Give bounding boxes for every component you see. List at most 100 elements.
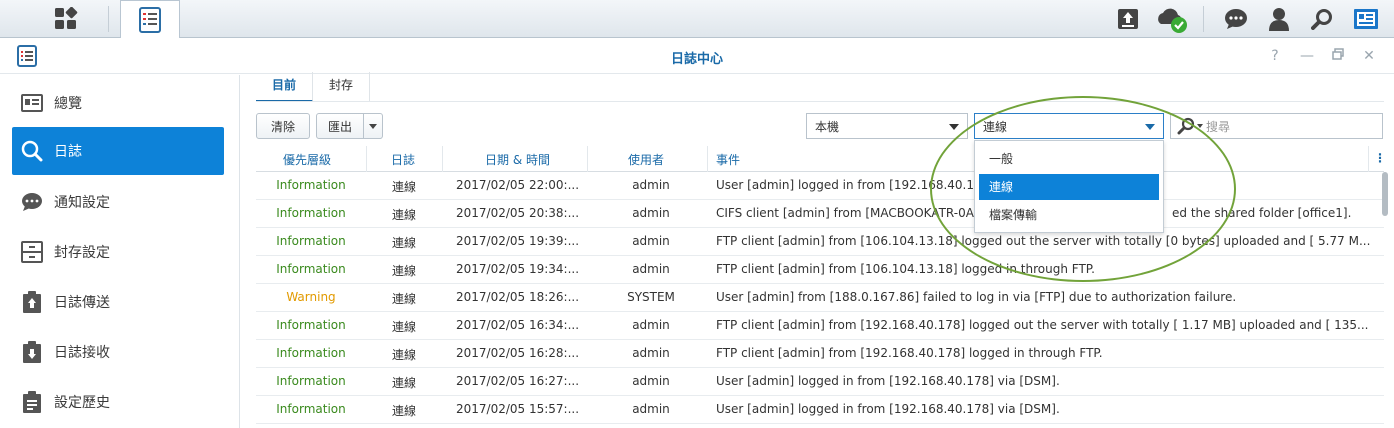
datetime-cell: 2017/02/05 16:27:...	[456, 374, 580, 388]
sidebar-item-label: 設定歷史	[54, 395, 110, 411]
log-cell: 連線	[391, 292, 416, 306]
user-cell: admin	[632, 262, 670, 276]
table-row[interactable]: Information 連線 2017/02/05 16:28:... admi…	[256, 340, 1384, 368]
user-cell: admin	[632, 318, 670, 332]
sidebar-item-notification-settings[interactable]: 通知設定	[12, 178, 224, 226]
upload-notification-button[interactable]	[1108, 0, 1148, 38]
log-center-taskbar-button[interactable]	[120, 0, 180, 38]
priority-cell: Information	[276, 178, 346, 192]
user-cell: admin	[632, 178, 670, 192]
sidebar-item-archive-settings[interactable]: 封存設定	[12, 228, 224, 276]
archive-box-icon	[20, 240, 44, 264]
log-cell: 連線	[391, 376, 416, 390]
dropdown-option-general[interactable]: 一般	[979, 146, 1159, 172]
sidebar-item-log-receiving[interactable]: 日誌接收	[12, 328, 224, 376]
tab-archive[interactable]: 封存	[313, 72, 371, 102]
column-divider	[587, 146, 588, 172]
table-row[interactable]: Information 連線 2017/02/05 19:39:... admi…	[256, 228, 1384, 256]
log-cell: 連線	[391, 348, 416, 362]
user-cell: admin	[632, 374, 670, 388]
column-header-user[interactable]: 使用者	[628, 151, 664, 168]
column-header-log[interactable]: 日誌	[391, 151, 415, 168]
table-scrollbar[interactable]	[1382, 172, 1388, 216]
priority-cell: Information	[276, 374, 346, 388]
source-select-value: 本機	[815, 119, 840, 134]
main-menu-button[interactable]	[34, 0, 98, 38]
log-type-dropdown: 一般 連線 檔案傳輸	[974, 140, 1164, 233]
sidebar-item-overview[interactable]: 總覽	[12, 79, 224, 127]
dashboard-card-icon	[1354, 9, 1378, 29]
column-divider	[442, 146, 443, 172]
column-menu-icon[interactable]: ⋮	[1374, 151, 1386, 165]
datetime-cell: 2017/02/05 20:38:...	[456, 206, 580, 220]
chat-bubble-icon	[20, 190, 44, 214]
window-title: 日誌中心	[670, 52, 723, 67]
sidebar-item-label: 日誌接收	[54, 345, 110, 361]
cloud-status-button[interactable]	[1152, 0, 1192, 38]
search-icon	[1311, 9, 1332, 30]
event-cell: User [admin] logged in from [192.168.40.…	[716, 402, 1060, 416]
column-header-datetime[interactable]: 日期 & 時間	[485, 151, 550, 168]
sidebar-item-log-sending[interactable]: 日誌傳送	[12, 278, 224, 326]
priority-cell: Information	[276, 318, 346, 332]
main-menu-icon	[55, 7, 78, 29]
log-type-select-value: 連線	[983, 119, 1008, 134]
table-row[interactable]: Warning 連線 2017/02/05 18:26:... SYSTEM U…	[256, 284, 1384, 312]
datetime-cell: 2017/02/05 22:00:...	[456, 178, 580, 192]
overview-card-icon	[20, 91, 44, 115]
export-menu-button[interactable]	[363, 113, 383, 139]
maximize-button[interactable]	[1329, 47, 1347, 65]
export-button[interactable]: 匯出	[316, 113, 364, 139]
column-divider	[366, 146, 367, 172]
search-button[interactable]	[1302, 0, 1342, 38]
download-clipboard-icon	[20, 340, 44, 364]
table-row[interactable]: Information 連線 2017/02/05 16:34:... admi…	[256, 312, 1384, 340]
priority-cell: Information	[276, 262, 346, 276]
messages-button[interactable]	[1216, 0, 1256, 38]
source-select[interactable]: 本機	[806, 113, 968, 139]
chevron-down-icon	[1145, 124, 1155, 130]
event-cell-tail: ed the shared folder [office1].	[1172, 206, 1352, 220]
sidebar-item-settings-history[interactable]: 設定歷史	[12, 378, 224, 426]
column-header-priority[interactable]: 優先層級	[283, 151, 331, 168]
table-row[interactable]: Information 連線 2017/02/05 16:27:... admi…	[256, 368, 1384, 396]
close-button[interactable]: ✕	[1360, 47, 1378, 65]
table-row[interactable]: Information 連線 2017/02/05 22:00:... admi…	[256, 172, 1384, 200]
widgets-button[interactable]	[1346, 0, 1386, 38]
datetime-cell: 2017/02/05 19:39:...	[456, 234, 580, 248]
table-row[interactable]: Information 連線 2017/02/05 19:34:... admi…	[256, 256, 1384, 284]
help-button[interactable]: ?	[1266, 47, 1284, 65]
taskbar-separator	[108, 6, 109, 32]
event-cell: User [admin] logged in from [192.168.40.…	[716, 374, 1060, 388]
log-cell: 連線	[391, 320, 416, 334]
history-clipboard-icon	[20, 390, 44, 414]
taskbar-separator	[1203, 6, 1204, 32]
user-menu-button[interactable]	[1259, 0, 1299, 38]
sidebar-item-logs[interactable]: 日誌	[12, 127, 224, 175]
log-cell: 連線	[391, 404, 416, 418]
log-type-select[interactable]: 連線	[974, 113, 1164, 139]
sidebar-item-label: 日誌傳送	[54, 295, 110, 311]
sidebar-item-label: 總覽	[54, 96, 82, 112]
log-center-icon	[139, 6, 161, 33]
table-header: 優先層級 日誌 日期 & 時間 使用者 事件 ⋮	[256, 146, 1386, 172]
tab-current[interactable]: 目前	[256, 72, 314, 102]
table-row[interactable]: Information 連線 2017/02/05 20:38:... admi…	[256, 200, 1384, 228]
chat-bubble-icon	[1225, 9, 1247, 29]
sidebar-item-label: 日誌	[54, 144, 82, 160]
datetime-cell: 2017/02/05 16:28:...	[456, 346, 580, 360]
column-header-event[interactable]: 事件	[716, 151, 740, 168]
clear-button[interactable]: 清除	[256, 113, 310, 139]
sidebar: 總覽 日誌 通知設定 封存設定 日誌傳送 日誌接收 設定歷史	[0, 75, 240, 428]
window-titlebar: 日誌中心 ? — ✕	[0, 38, 1394, 74]
dropdown-option-file-transfer[interactable]: 檔案傳輸	[979, 202, 1159, 228]
table-row[interactable]: Information 連線 2017/02/05 15:57:... admi…	[256, 396, 1384, 424]
restore-icon	[1332, 48, 1344, 60]
minimize-button[interactable]: —	[1298, 47, 1316, 65]
user-cell: admin	[632, 346, 670, 360]
log-cell: 連線	[391, 264, 416, 278]
search-input[interactable]: 搜尋	[1170, 113, 1383, 139]
search-options-icon[interactable]	[1197, 124, 1203, 128]
log-cell: 連線	[391, 236, 416, 250]
dropdown-option-connection[interactable]: 連線	[979, 174, 1159, 200]
